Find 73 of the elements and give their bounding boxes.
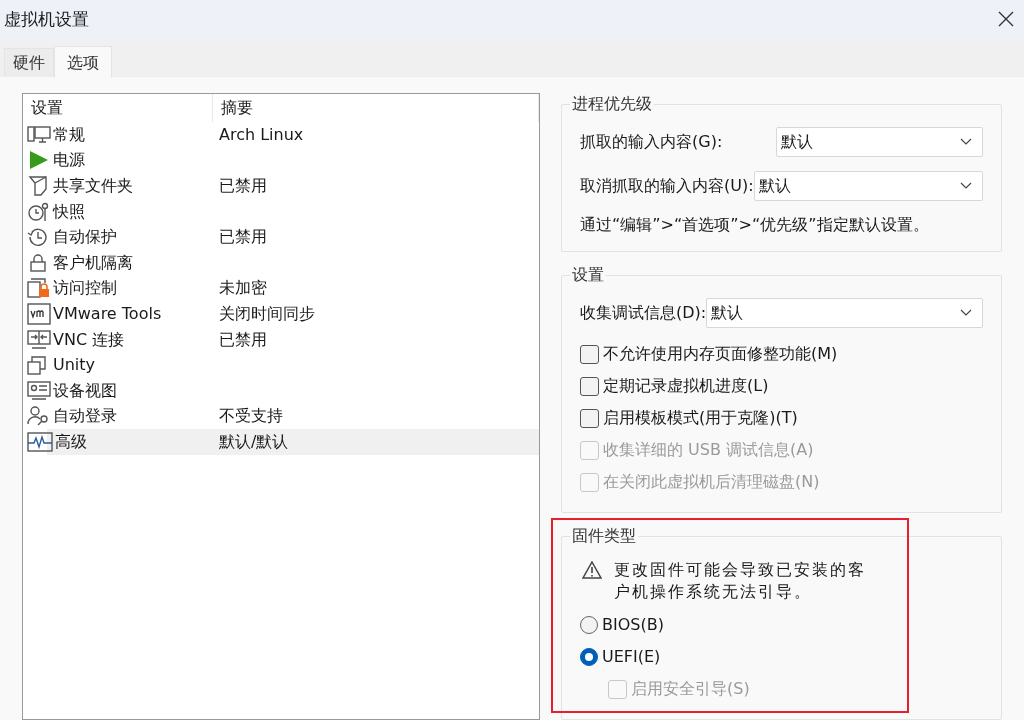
settings-row[interactable]: VNC 连接 已禁用 bbox=[23, 326, 539, 353]
settings-row[interactable]: 共享文件夹 已禁用 bbox=[23, 173, 539, 199]
setting-name: 访问控制 bbox=[53, 278, 117, 299]
checkbox-label: 不允许使用内存页面修整功能(M) bbox=[603, 344, 838, 364]
hint-text: 通过“编辑”>“首选项”>“优先级”指定默认设置。 bbox=[580, 215, 930, 235]
setting-name: Unity bbox=[53, 355, 96, 376]
checkbox-label: 定期记录虚拟机进度(L) bbox=[603, 376, 769, 396]
tab[interactable]: 硬件 bbox=[4, 48, 54, 76]
column-header: 摘要 bbox=[213, 94, 539, 122]
setting-summary: 默认/默认 bbox=[218, 431, 290, 452]
setting-name: VMware Tools bbox=[53, 303, 162, 324]
windows-lock-icon bbox=[27, 278, 51, 299]
setting-name: 快照 bbox=[53, 201, 85, 222]
field-label: 收集调试信息(D): bbox=[580, 303, 707, 323]
checkbox-label: 启用安全引导(S) bbox=[631, 679, 750, 699]
settings-row[interactable]: Unity bbox=[23, 352, 539, 378]
settings-row[interactable]: 常规 Arch Linux bbox=[23, 122, 539, 148]
warning-text: 更改固件可能会导致已安装的客户机操作系统无法引导。 bbox=[614, 559, 867, 603]
setting-summary: 未加密 bbox=[218, 278, 268, 299]
checkbox[interactable] bbox=[580, 408, 599, 428]
remote-screen-icon bbox=[27, 329, 51, 350]
settings-row[interactable]: 访问控制 未加密 bbox=[23, 275, 539, 302]
radio-button[interactable]: UEFI(E) bbox=[580, 641, 661, 673]
group-title: 设置 bbox=[570, 265, 606, 285]
warning-icon bbox=[582, 561, 602, 579]
setting-summary: Arch Linux bbox=[218, 124, 305, 145]
setting-name: 设备视图 bbox=[53, 380, 117, 401]
radio-button[interactable]: BIOS(B) bbox=[580, 609, 664, 641]
chevron-down-icon bbox=[960, 182, 972, 190]
checkbox-label: 在关闭此虚拟机后清理磁盘(N) bbox=[603, 472, 820, 492]
field-label: 抓取的输入内容(G): bbox=[580, 132, 724, 152]
settings-row[interactable]: 客户机隔离 bbox=[23, 249, 539, 276]
setting-summary: 关闭时间同步 bbox=[218, 303, 316, 324]
setting-summary: 不受支持 bbox=[218, 406, 284, 427]
tab[interactable]: 选项 bbox=[54, 46, 112, 78]
column-header: 设置 bbox=[23, 94, 213, 122]
user-key-icon bbox=[27, 406, 51, 427]
group-title: 固件类型 bbox=[570, 526, 638, 546]
setting-name: VNC 连接 bbox=[53, 329, 125, 350]
settings-row[interactable]: 设备视图 bbox=[23, 377, 539, 404]
monitor-icon bbox=[27, 124, 51, 145]
close-icon[interactable] bbox=[996, 9, 1016, 29]
checkbox-label: 收集详细的 USB 调试信息(A) bbox=[603, 440, 814, 460]
waveform-icon bbox=[27, 431, 53, 452]
checkbox-label: 启用模板模式(用于克隆)(T) bbox=[603, 408, 798, 428]
checkbox[interactable] bbox=[580, 376, 599, 396]
field-label: 取消抓取的输入内容(U): bbox=[580, 176, 754, 196]
setting-name: 自动保护 bbox=[53, 227, 117, 248]
settings-row[interactable]: 自动登录 不受支持 bbox=[23, 403, 539, 430]
vm-logo-icon bbox=[27, 302, 51, 325]
settings-row[interactable]: VMware Tools 关闭时间同步 bbox=[23, 301, 539, 327]
setting-name: 常规 bbox=[53, 124, 85, 145]
dropdown[interactable]: 默认 bbox=[776, 127, 983, 157]
setting-summary: 已禁用 bbox=[218, 329, 268, 350]
group-title: 进程优先级 bbox=[570, 94, 654, 114]
window-title: 虚拟机设置 bbox=[4, 9, 89, 29]
setting-name: 高级 bbox=[55, 431, 87, 452]
setting-name: 自动登录 bbox=[53, 406, 117, 427]
checkbox[interactable] bbox=[580, 344, 599, 364]
settings-row[interactable]: 电源 bbox=[23, 147, 539, 174]
setting-name: 电源 bbox=[53, 150, 85, 171]
snapshot-icon bbox=[27, 201, 51, 222]
chevron-down-icon bbox=[960, 138, 972, 146]
setting-name: 共享文件夹 bbox=[53, 176, 133, 196]
dropdown[interactable]: 默认 bbox=[706, 298, 983, 328]
chevron-down-icon bbox=[960, 309, 972, 317]
device-screen-icon bbox=[27, 380, 51, 401]
setting-name: 客户机隔离 bbox=[53, 252, 133, 273]
setting-summary: 已禁用 bbox=[218, 176, 268, 196]
setting-summary: 已禁用 bbox=[218, 227, 268, 248]
settings-row[interactable]: 快照 bbox=[23, 198, 539, 225]
settings-row[interactable]: 自动保护 已禁用 bbox=[23, 224, 539, 250]
dropdown[interactable]: 默认 bbox=[753, 171, 983, 201]
